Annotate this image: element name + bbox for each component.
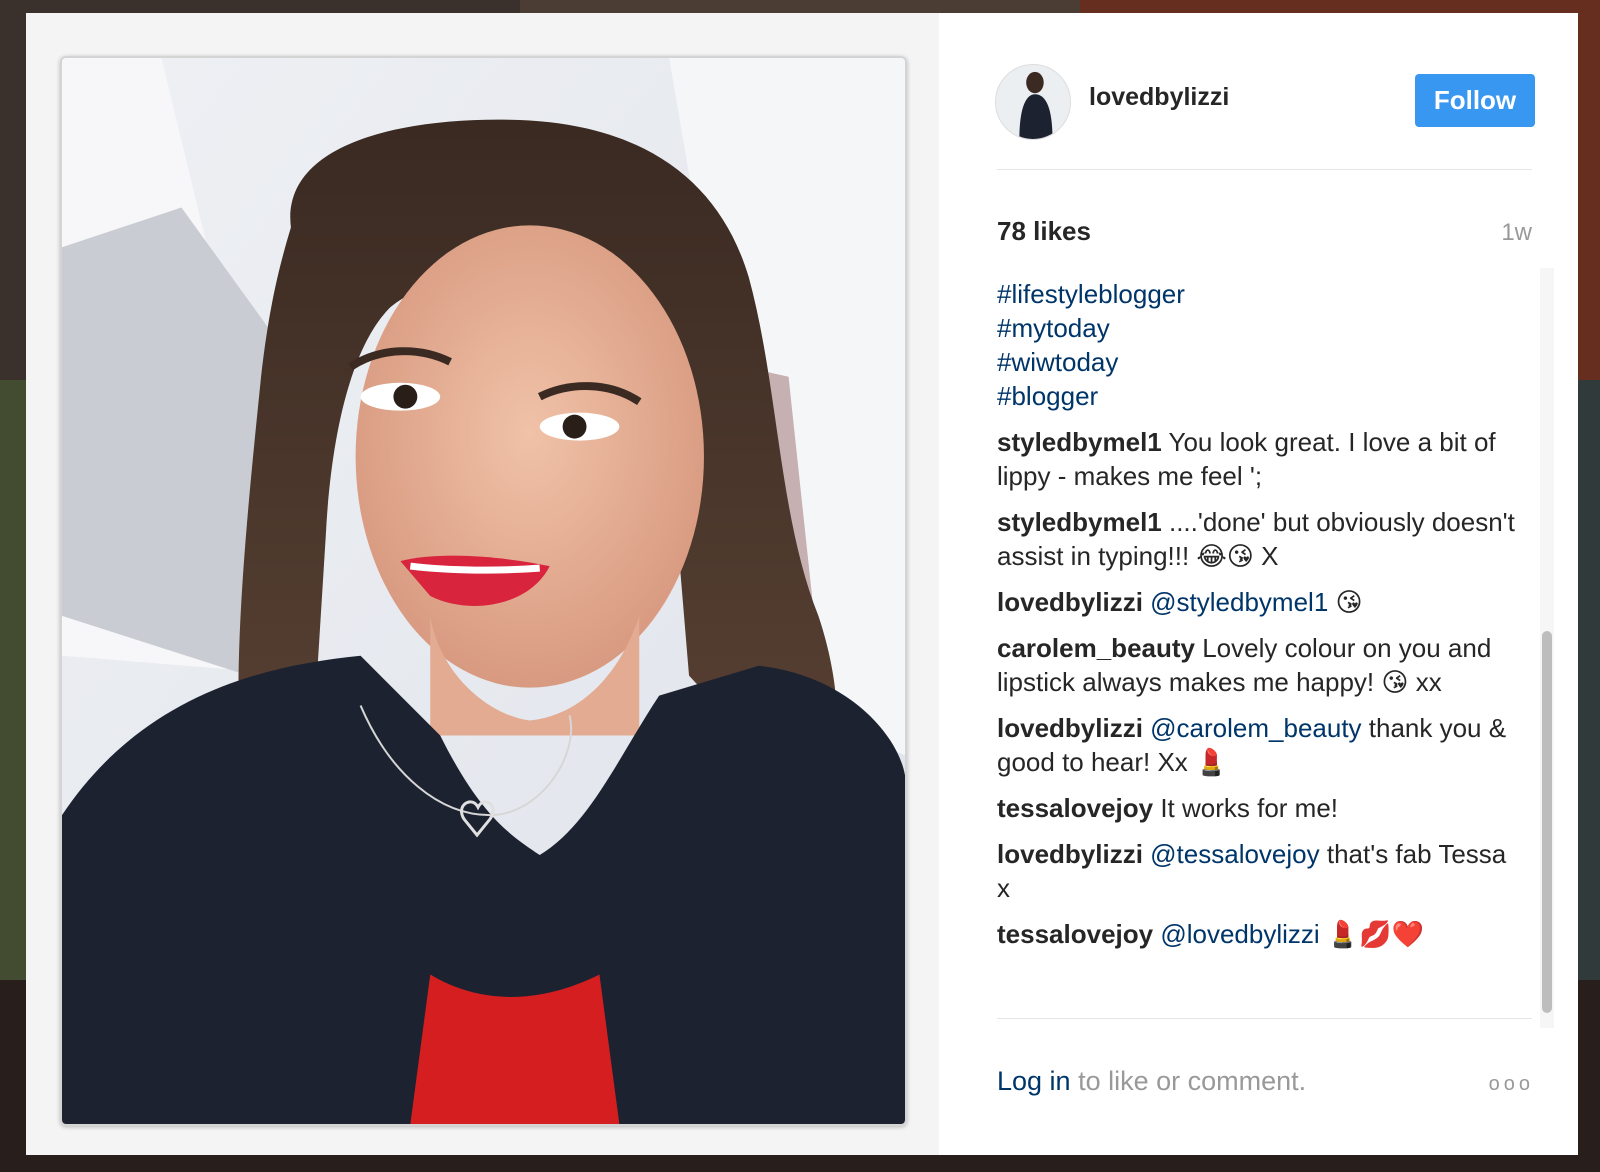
comment-text: 😘 <box>1328 587 1363 617</box>
post-photo[interactable] <box>60 56 907 1126</box>
clipped-line <box>997 263 1517 277</box>
comment-user[interactable]: styledbymel1 <box>997 507 1162 537</box>
hashtag[interactable]: #mytoday <box>997 311 1517 345</box>
comment-user[interactable]: lovedbylizzi <box>997 839 1143 869</box>
comment: styledbymel1 You look great. I love a bi… <box>997 425 1517 493</box>
comment: lovedbylizzi @styledbymel1 😘 <box>997 585 1517 619</box>
comment: carolem_beauty Lovely colour on you and … <box>997 631 1517 699</box>
login-prompt: Log in to like or comment. <box>997 1066 1306 1097</box>
comment-user[interactable]: carolem_beauty <box>997 633 1195 663</box>
header-divider <box>997 169 1532 170</box>
comment: tessalovejoy @lovedbylizzi 💄💋❤️ <box>997 917 1517 951</box>
comment-user[interactable]: tessalovejoy <box>997 793 1153 823</box>
scrollbar-thumb[interactable] <box>1542 631 1552 1013</box>
comment-mention[interactable]: @tessalovejoy <box>1150 839 1319 869</box>
hashtag[interactable]: #blogger <box>997 379 1517 413</box>
footer-divider <box>997 1018 1532 1019</box>
more-options-icon[interactable]: ooo <box>1489 1073 1534 1096</box>
comment: lovedbylizzi @carolem_beauty thank you &… <box>997 711 1517 779</box>
photo-pane <box>26 13 939 1155</box>
comment-mention[interactable]: @styledbymel1 <box>1150 587 1328 617</box>
like-count[interactable]: 78 likes <box>997 216 1091 247</box>
avatar[interactable] <box>995 64 1071 140</box>
comment: tessalovejoy It works for me! <box>997 791 1517 825</box>
comment: styledbymel1 ....'done' but obviously do… <box>997 505 1517 573</box>
post-sidebar: lovedbylizzi Follow 78 likes 1w #lifesty… <box>939 13 1578 1155</box>
comment-user[interactable]: tessalovejoy <box>997 919 1153 949</box>
post-time[interactable]: 1w <box>1501 219 1532 247</box>
comment-list: #lifestyleblogger #mytoday #wiwtoday #bl… <box>997 263 1517 1027</box>
comment-mention[interactable]: @carolem_beauty <box>1150 713 1361 743</box>
comment-text: 💄💋❤️ <box>1319 919 1425 949</box>
comment-user[interactable]: lovedbylizzi <box>997 587 1143 617</box>
comment-text: It works for me! <box>1153 793 1339 823</box>
username[interactable]: lovedbylizzi <box>1089 83 1229 112</box>
login-link[interactable]: Log in <box>997 1066 1071 1096</box>
hashtag[interactable]: #lifestyleblogger <box>997 277 1517 311</box>
follow-button[interactable]: Follow <box>1415 74 1535 127</box>
comment: lovedbylizzi @tessalovejoy that's fab Te… <box>997 837 1517 905</box>
comment-user[interactable]: lovedbylizzi <box>997 713 1143 743</box>
login-prompt-text: to like or comment. <box>1070 1066 1307 1096</box>
comment-user[interactable]: styledbymel1 <box>997 427 1162 457</box>
comment-mention[interactable]: @lovedbylizzi <box>1160 919 1319 949</box>
hashtag[interactable]: #wiwtoday <box>997 345 1517 379</box>
post-header: lovedbylizzi Follow <box>939 13 1578 173</box>
post-modal: lovedbylizzi Follow 78 likes 1w #lifesty… <box>26 13 1578 1155</box>
